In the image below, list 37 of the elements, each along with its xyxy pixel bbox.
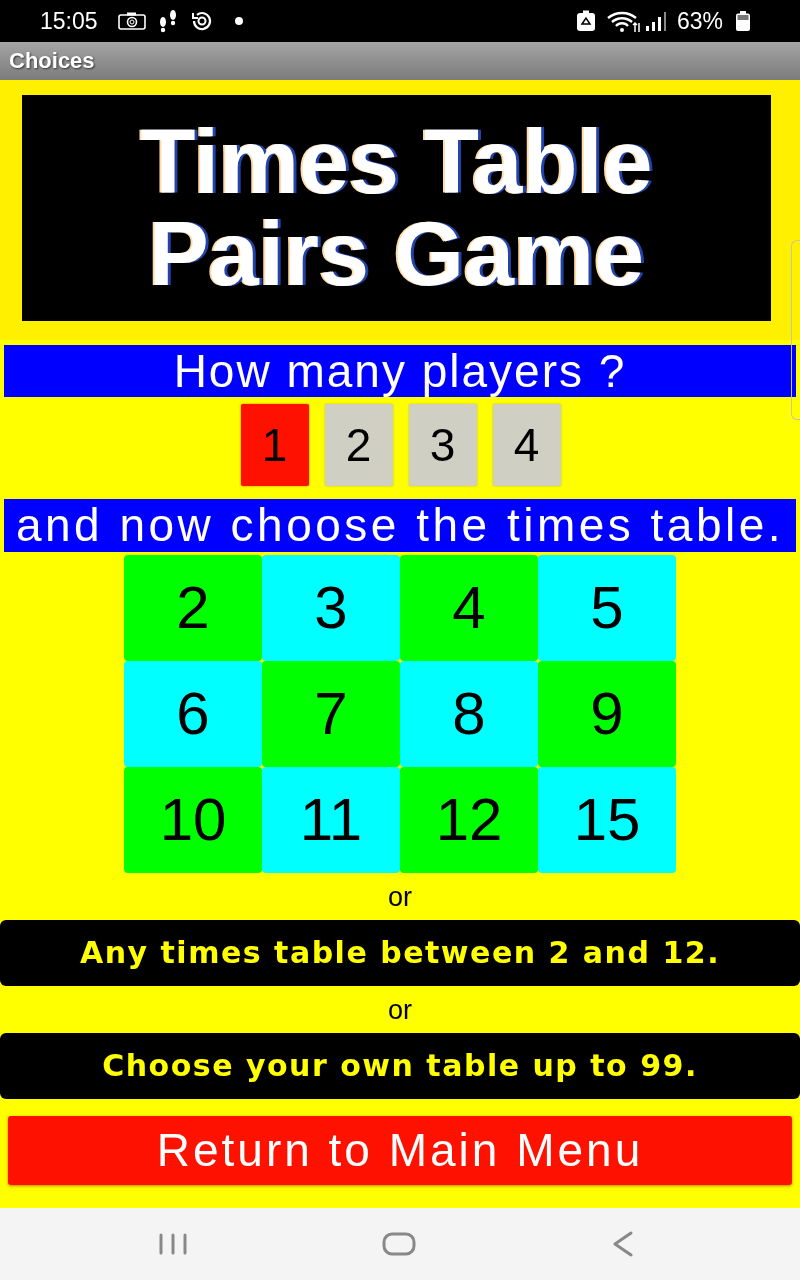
player-count-button[interactable]: 3 xyxy=(408,404,477,486)
camera-icon xyxy=(118,12,146,30)
return-button[interactable]: Return to Main Menu xyxy=(8,1116,792,1185)
player-count-button[interactable]: 2 xyxy=(324,404,393,486)
times-table-button[interactable]: 11 xyxy=(262,767,400,873)
times-table-button[interactable]: 9 xyxy=(538,661,676,767)
battery-icon xyxy=(736,11,750,31)
times-table-button[interactable]: 5 xyxy=(538,555,676,661)
times-table-button[interactable]: 12 xyxy=(400,767,538,873)
option-button[interactable]: Any times table between 2 and 12. xyxy=(0,920,800,986)
times-table-button[interactable]: 6 xyxy=(124,661,262,767)
times-table-button[interactable]: 7 xyxy=(262,661,400,767)
tables-prompt: and now choose the times table. xyxy=(4,499,796,552)
recent-apps-icon[interactable] xyxy=(158,1233,188,1255)
player-count-button[interactable]: 4 xyxy=(492,404,561,486)
wifi-icon xyxy=(606,11,642,33)
times-table-button[interactable]: 15 xyxy=(538,767,676,873)
player-count-button[interactable]: 1 xyxy=(240,404,309,486)
times-table-button[interactable]: 8 xyxy=(400,661,538,767)
times-table-button[interactable]: 3 xyxy=(262,555,400,661)
dot-icon xyxy=(234,16,244,26)
times-table-button[interactable]: 4 xyxy=(400,555,538,661)
back-icon[interactable] xyxy=(612,1231,634,1257)
or-separator: or xyxy=(388,880,412,913)
option-button[interactable]: Choose your own table up to 99. xyxy=(0,1033,800,1099)
times-table-button[interactable]: 10 xyxy=(124,767,262,873)
or-separator: or xyxy=(388,993,412,1026)
players-prompt: How many players ? xyxy=(4,345,796,397)
times-table-button[interactable]: 2 xyxy=(124,555,262,661)
battery-saver-icon xyxy=(576,10,596,32)
status-time: 15:05 xyxy=(40,7,98,35)
circle-arrow-icon xyxy=(190,9,214,33)
battery-percent: 63% xyxy=(677,7,724,35)
app-title: Choices xyxy=(9,48,95,74)
home-icon[interactable] xyxy=(382,1232,416,1256)
banner-title: Times Table Pairs Game xyxy=(140,116,653,300)
signal-icon xyxy=(645,11,667,31)
